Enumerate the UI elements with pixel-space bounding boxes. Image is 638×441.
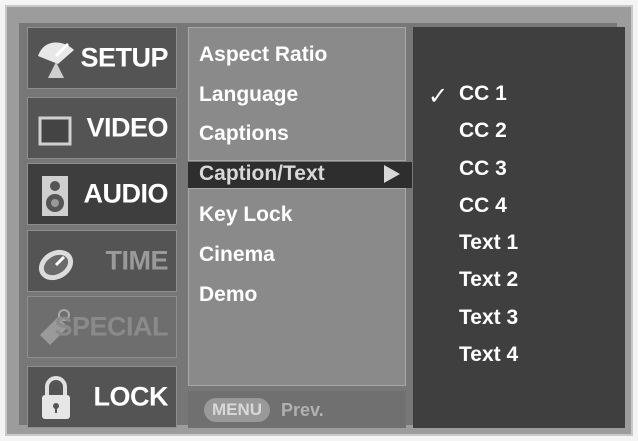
checkmark-icon: ✓ xyxy=(428,83,449,110)
option-cc3[interactable]: CC 3 xyxy=(459,154,507,184)
category-lock[interactable]: LOCK xyxy=(27,366,177,428)
option-cc2[interactable]: CC 2 xyxy=(459,116,507,146)
category-label: SETUP xyxy=(80,42,168,73)
option-cc4[interactable]: CC 4 xyxy=(459,191,507,221)
menu-item-aspect-ratio[interactable]: Aspect Ratio xyxy=(199,40,327,70)
clock-icon xyxy=(38,249,74,281)
menu-button[interactable]: MENU xyxy=(204,398,270,422)
category-label: LOCK xyxy=(93,381,169,412)
menu-item-language[interactable]: Language xyxy=(199,80,298,110)
category-special[interactable]: SPECIAL xyxy=(27,296,177,358)
category-label: SPECIAL xyxy=(54,311,168,342)
option-text2[interactable]: Text 2 xyxy=(459,265,518,295)
screen-icon xyxy=(38,116,72,146)
menu-item-cinema[interactable]: Cinema xyxy=(199,240,275,270)
satellite-dish-icon xyxy=(38,42,74,78)
option-cc1[interactable]: CC 1 xyxy=(459,79,507,109)
category-label: VIDEO xyxy=(86,112,168,143)
option-text3[interactable]: Text 3 xyxy=(459,303,518,333)
padlock-icon xyxy=(42,376,70,419)
category-video[interactable]: VIDEO xyxy=(27,97,177,159)
speaker-icon xyxy=(42,176,68,216)
option-text4[interactable]: Text 4 xyxy=(459,340,518,370)
category-audio[interactable]: AUDIO xyxy=(27,163,177,225)
category-time[interactable]: TIME xyxy=(27,230,177,292)
menu-item-demo[interactable]: Demo xyxy=(199,280,257,310)
category-label: TIME xyxy=(105,245,169,276)
prev-label: Prev. xyxy=(281,400,324,420)
category-label: AUDIO xyxy=(83,178,169,209)
menu-item-key-lock[interactable]: Key Lock xyxy=(199,200,292,230)
menu-item-caption-text[interactable]: Caption/Text xyxy=(199,159,325,189)
category-setup[interactable]: SETUP xyxy=(27,27,177,89)
submenu-arrow-icon xyxy=(384,165,400,183)
option-text1[interactable]: Text 1 xyxy=(459,228,518,258)
menu-item-captions[interactable]: Captions xyxy=(199,119,289,149)
